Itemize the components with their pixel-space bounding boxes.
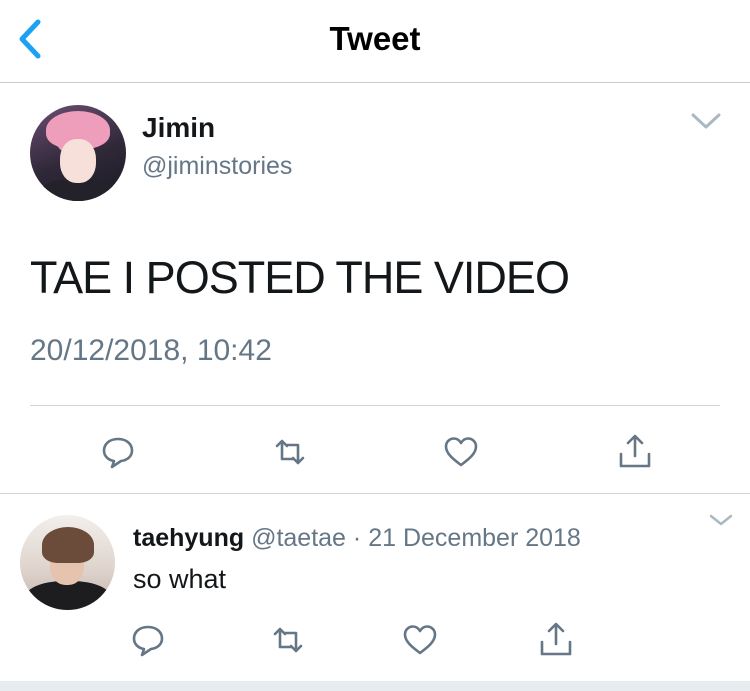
retweet-button[interactable]	[270, 432, 310, 472]
reply-header: taehyung @taetae · 21 December 2018	[133, 524, 581, 553]
avatar[interactable]	[30, 105, 126, 201]
separator-dot: ·	[352, 524, 362, 552]
reply-handle[interactable]: @taetae	[251, 524, 346, 552]
reply-date: 21 December 2018	[368, 524, 581, 552]
tweet-options-button[interactable]	[690, 110, 722, 132]
author-display-name[interactable]: Jimin	[142, 112, 215, 144]
reply-display-name[interactable]: taehyung	[133, 524, 244, 552]
retweet-icon	[275, 439, 305, 465]
retweet-icon	[273, 627, 303, 653]
reply-icon	[132, 625, 164, 657]
share-button[interactable]	[615, 432, 655, 472]
reply-button[interactable]	[98, 432, 138, 472]
divider	[0, 493, 750, 494]
like-button[interactable]	[400, 620, 440, 660]
bottom-separator	[0, 681, 750, 691]
reply-options-button[interactable]	[708, 512, 734, 528]
like-button[interactable]	[441, 432, 481, 472]
navigation-bar: Tweet	[0, 0, 750, 83]
chevron-down-icon	[709, 514, 733, 526]
tweet-text: TAE I POSTED THE VIDEO	[30, 252, 570, 303]
reply-text: so what	[133, 564, 227, 594]
reply-icon	[102, 437, 134, 469]
avatar[interactable]	[20, 515, 115, 610]
chevron-down-icon	[691, 113, 721, 129]
tweet-timestamp: 20/12/2018, 10:42	[30, 334, 272, 367]
like-icon	[403, 625, 437, 655]
retweet-button[interactable]	[268, 620, 308, 660]
reply-button[interactable]	[128, 620, 168, 660]
share-button[interactable]	[536, 620, 576, 660]
divider	[30, 405, 720, 406]
like-icon	[444, 437, 478, 467]
author-handle[interactable]: @jiminstories	[142, 152, 292, 181]
share-icon	[619, 434, 651, 468]
share-icon	[540, 622, 572, 656]
page-title: Tweet	[329, 20, 421, 57]
